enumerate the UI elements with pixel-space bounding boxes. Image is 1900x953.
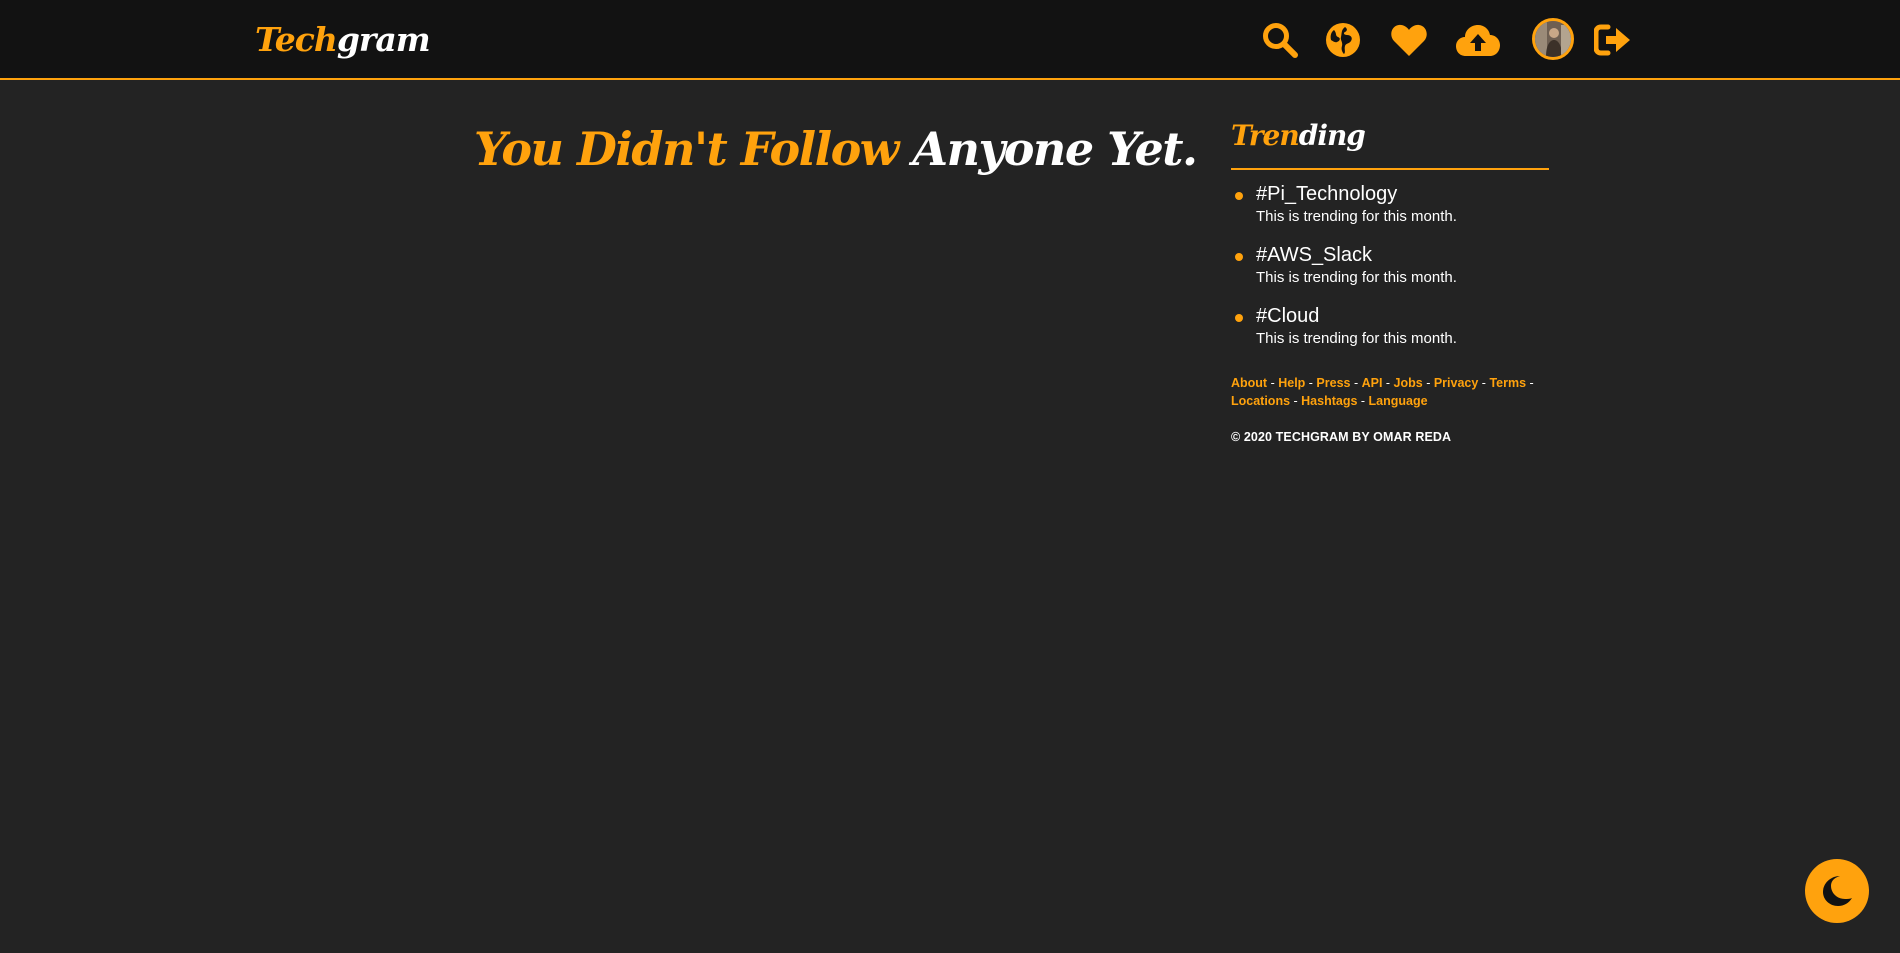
empty-feed-heading: You Didn't Follow Anyone Yet. [474,118,1198,180]
footer-links: About - Help - Press - API - Jobs - Priv… [1231,376,1534,408]
trending-item: #Cloud This is trending for this month. [1231,304,1549,365]
heart-icon [1391,24,1427,56]
avatar-image [1535,21,1571,57]
footer-link-language[interactable]: Language [1369,394,1428,408]
footer-link-locations[interactable]: Locations [1231,394,1290,408]
bullet-icon [1235,192,1243,200]
heading-text-part1: You Didn't Follow [474,122,899,176]
heading-text-part2: Anyone Yet. [912,122,1198,176]
bullet-icon [1235,314,1243,322]
footer-link-press[interactable]: Press [1316,376,1350,390]
upload-button[interactable] [1454,16,1502,64]
trending-title: Trending [1231,116,1549,170]
trending-item: #AWS_Slack This is trending for this mon… [1231,243,1549,304]
moon-icon [1823,876,1852,906]
trending-title-part2: ding [1298,119,1366,152]
bullet-icon [1235,253,1243,261]
trending-list: #Pi_Technology This is trending for this… [1231,182,1549,365]
logout-button[interactable] [1589,16,1637,64]
logo-link[interactable]: Techgram [255,18,431,62]
explore-button[interactable] [1319,16,1367,64]
footer-link-api[interactable]: API [1362,376,1383,390]
trending-hashtag-link[interactable]: #AWS_Slack [1256,243,1549,267]
trending-hashtag-link[interactable]: #Pi_Technology [1256,182,1549,206]
search-button[interactable] [1256,16,1304,64]
navbar: Techgram [0,0,1900,80]
search-icon [1263,23,1298,58]
logo-text-gram: gram [336,20,431,59]
footer-link-terms[interactable]: Terms [1489,376,1526,390]
trending-hashtag-link[interactable]: #Cloud [1256,304,1549,328]
footer-link-hashtags[interactable]: Hashtags [1301,394,1357,408]
cloud-upload-icon [1456,25,1500,56]
avatar[interactable] [1532,18,1574,60]
sign-out-icon [1594,24,1630,56]
globe-icon [1326,23,1360,57]
footer-link-privacy[interactable]: Privacy [1434,376,1478,390]
logo-text-tech: Tech [255,20,338,59]
theme-toggle-button[interactable] [1805,859,1869,923]
copyright-text: © 2020 TECHGRAM BY OMAR REDA [1231,430,1452,444]
trending-description: This is trending for this month. [1256,208,1457,225]
trending-description: This is trending for this month. [1256,269,1457,286]
trending-description: This is trending for this month. [1256,330,1457,347]
footer-link-jobs[interactable]: Jobs [1394,376,1423,390]
footer-link-about[interactable]: About [1231,376,1267,390]
trending-item: #Pi_Technology This is trending for this… [1231,182,1549,243]
trending-title-part1: Tren [1231,119,1300,152]
likes-button[interactable] [1385,16,1433,64]
trending-sidebar: Trending #Pi_Technology This is trending… [1231,116,1549,444]
footer-link-help[interactable]: Help [1278,376,1305,390]
